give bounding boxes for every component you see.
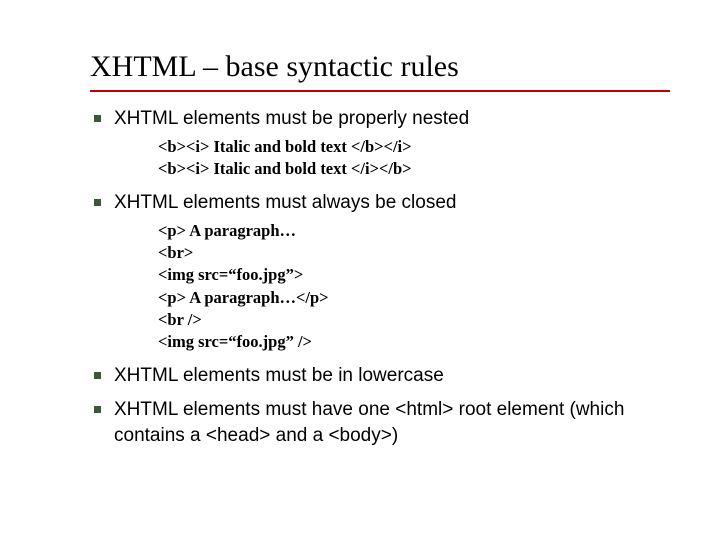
code-line: <br />: [158, 309, 670, 331]
list-item: XHTML elements must always be closed <p>…: [90, 190, 670, 353]
bullet-text: XHTML elements must always be closed: [114, 192, 456, 213]
code-line: <img src=“foo.jpg”>: [158, 264, 670, 286]
bullet-list: XHTML elements must be properly nested <…: [90, 106, 670, 448]
bullet-text: XHTML elements must be properly nested: [114, 108, 469, 129]
bullet-text: XHTML elements must have one <html> root…: [114, 399, 624, 446]
list-item: XHTML elements must have one <html> root…: [90, 397, 670, 448]
code-line: <b><i> Italic and bold text </i></b>: [158, 158, 670, 180]
sub-block: <p> A paragraph… <br> <img src=“foo.jpg”…: [158, 220, 670, 354]
code-line: <br>: [158, 242, 670, 264]
code-line: <b><i> Italic and bold text </b></i>: [158, 136, 670, 158]
list-item: XHTML elements must be in lowercase: [90, 363, 670, 389]
bullet-text: XHTML elements must be in lowercase: [114, 365, 444, 386]
code-line: <p> A paragraph…</p>: [158, 287, 670, 309]
title-underline: [90, 90, 670, 92]
slide: XHTML – base syntactic rules XHTML eleme…: [0, 0, 720, 486]
code-line: <p> A paragraph…: [158, 220, 670, 242]
list-item: XHTML elements must be properly nested <…: [90, 106, 670, 180]
page-title: XHTML – base syntactic rules: [90, 50, 670, 84]
code-line: <img src=“foo.jpg” />: [158, 331, 670, 353]
sub-block: <b><i> Italic and bold text </b></i> <b>…: [158, 136, 670, 181]
